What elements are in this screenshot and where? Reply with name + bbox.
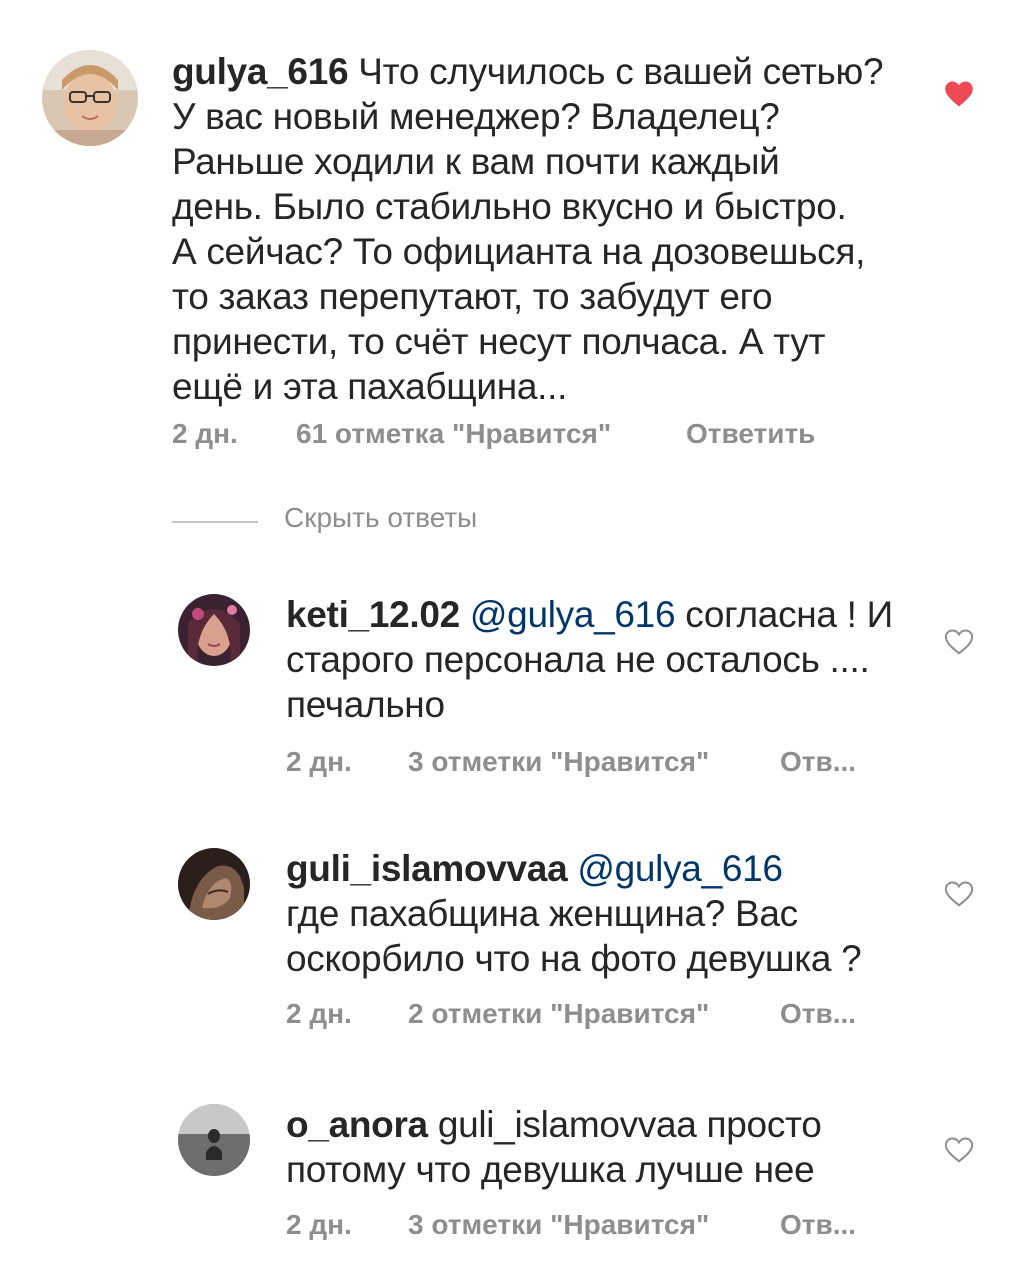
- avatar[interactable]: [178, 1104, 250, 1176]
- heart-filled-icon[interactable]: [944, 80, 974, 108]
- comment-time: 2 дн.: [286, 746, 352, 777]
- username[interactable]: keti_12.02: [286, 594, 460, 635]
- comment-time: 2 дн.: [286, 998, 352, 1029]
- avatar[interactable]: [42, 50, 138, 146]
- hide-replies-label: Скрыть ответы: [284, 502, 478, 533]
- mention-link[interactable]: @gulya_616: [460, 594, 676, 635]
- username[interactable]: o_anora: [286, 1104, 428, 1145]
- heart-outline-icon[interactable]: [944, 628, 974, 656]
- comment-text: где пахабщина женщина? Вас оскорбило что…: [286, 893, 862, 979]
- heart-outline-icon[interactable]: [944, 1136, 974, 1164]
- comment-body: o_anora guli_islamovvaa просто потому чт…: [286, 1102, 926, 1192]
- divider: [172, 521, 258, 523]
- comment-time: 2 дн.: [172, 418, 238, 449]
- reply-button[interactable]: Отв...: [780, 998, 856, 1030]
- mention-link[interactable]: @gulya_616: [567, 848, 783, 889]
- username[interactable]: gulya_616: [172, 51, 349, 92]
- username[interactable]: guli_islamovvaa: [286, 848, 568, 889]
- likes-count[interactable]: 2 отметки "Нравится": [408, 998, 709, 1030]
- comment-body: gulya_616 Что случилось с вашей сетью? У…: [172, 49, 912, 409]
- likes-count[interactable]: 3 отметки "Нравится": [408, 1209, 709, 1241]
- likes-count[interactable]: 61 отметка "Нравится": [296, 418, 611, 450]
- comment-time: 2 дн.: [286, 1209, 352, 1240]
- reply-button[interactable]: Ответить: [686, 418, 815, 450]
- heart-outline-icon[interactable]: [944, 880, 974, 908]
- reply-button[interactable]: Отв...: [780, 746, 856, 778]
- comment-body: keti_12.02 @gulya_616 согласна ! И старо…: [286, 592, 926, 727]
- comment-body: guli_islamovvaa @gulya_616 где пахабщина…: [286, 846, 926, 981]
- comment-text: Что случилось с вашей сетью? У вас новый…: [172, 51, 884, 407]
- avatar[interactable]: [178, 848, 250, 920]
- reply-button[interactable]: Отв...: [780, 1209, 856, 1241]
- avatar[interactable]: [178, 594, 250, 666]
- likes-count[interactable]: 3 отметки "Нравится": [408, 746, 709, 778]
